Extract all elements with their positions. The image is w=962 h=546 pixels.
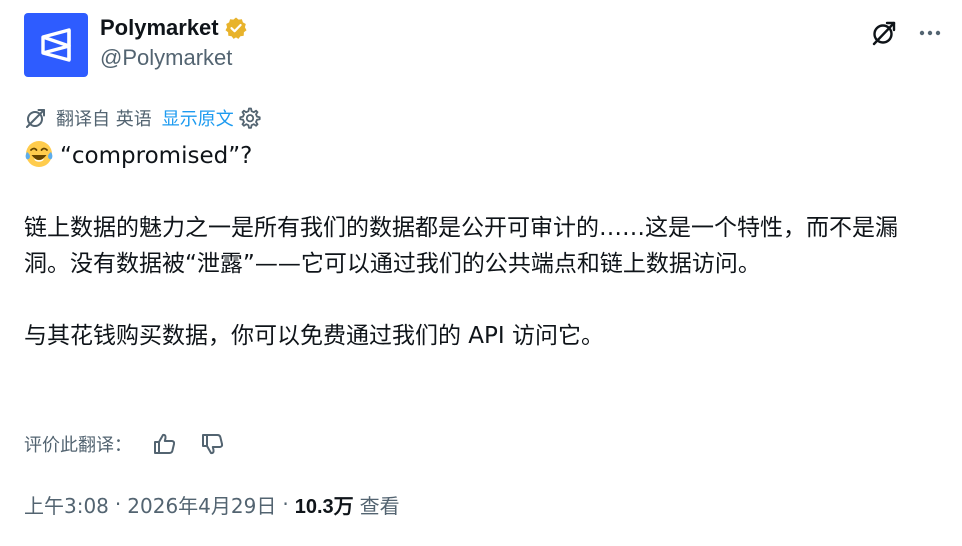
views-label: 查看 (359, 493, 400, 518)
tweet-line-1: “compromised”? (24, 138, 934, 174)
meta-separator: · (282, 492, 289, 516)
tweet-line-1-text: “compromised”? (60, 143, 253, 169)
show-original-link[interactable]: 显示原文 (162, 105, 234, 131)
face-with-tears-of-joy-icon (24, 139, 54, 169)
translation-bar: 翻译自 英语 显示原文 (24, 104, 262, 132)
tweet-time[interactable]: 上午3:08 (24, 490, 109, 519)
gear-icon[interactable] (238, 106, 262, 130)
tweet-date[interactable]: 2026年4月29日 (127, 490, 276, 519)
tweet-header: Polymarket @Polymarket (24, 13, 944, 77)
display-name-row: Polymarket (100, 13, 248, 43)
display-name[interactable]: Polymarket (100, 15, 219, 41)
grok-icon[interactable] (870, 19, 898, 47)
author-block: Polymarket @Polymarket (100, 13, 248, 71)
tweet-paragraph-3: 与其花钱购买数据，你可以免费通过我们的 API 访问它。 (24, 323, 605, 349)
avatar[interactable] (24, 13, 88, 77)
verified-badge-icon[interactable] (224, 16, 248, 40)
translate-icon (24, 106, 48, 130)
more-icon[interactable] (916, 19, 944, 47)
tweet-text: “compromised”? 链上数据的魅力之一是所有我们的数据都是公开可审计的… (24, 138, 934, 354)
tweet-paragraph-2: 链上数据的魅力之一是所有我们的数据都是公开可审计的……这是一个特性，而不是漏洞。… (24, 215, 898, 277)
translated-from-label: 翻译自 英语 (56, 109, 152, 130)
polymarket-logo-icon (41, 28, 71, 62)
rate-translation-label: 评价此翻译： (24, 435, 132, 456)
thumbs-up-icon[interactable] (152, 431, 178, 457)
header-actions (870, 19, 944, 47)
views-count[interactable]: 10.3万 (295, 490, 354, 519)
rate-translation: 评价此翻译： (24, 428, 226, 460)
handle[interactable]: @Polymarket (100, 45, 248, 71)
tweet-meta: 上午3:08 · 2026年4月29日 · 10.3万 查看 (24, 488, 400, 520)
meta-separator: · (114, 492, 122, 516)
thumbs-down-icon[interactable] (200, 431, 226, 457)
